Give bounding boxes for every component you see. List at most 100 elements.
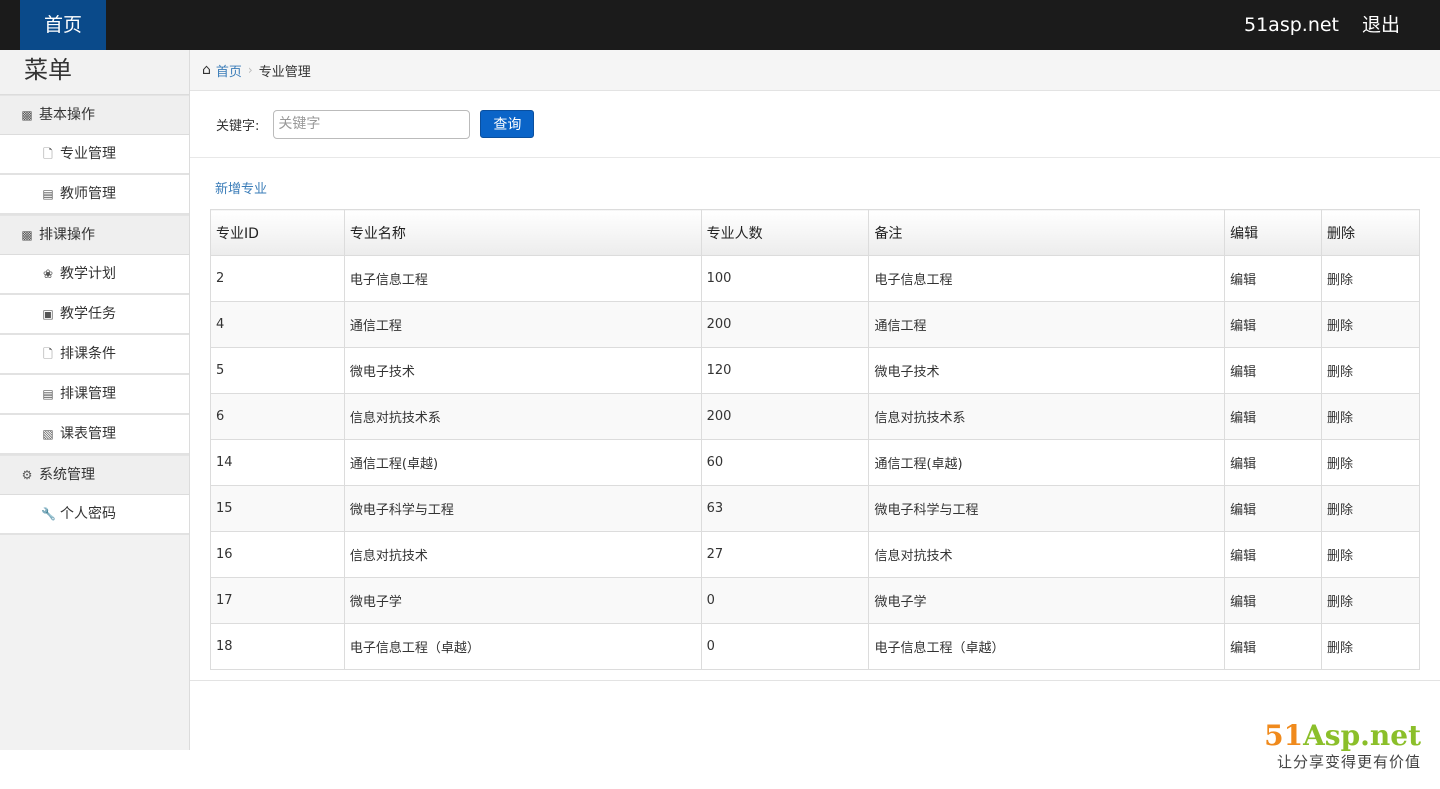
cell-id: 4: [210, 301, 345, 348]
cell-name: 微电子科学与工程: [343, 485, 702, 532]
cell-count: 0: [700, 577, 870, 624]
menu-group-basic[interactable]: ▩ 基本操作: [0, 95, 189, 135]
edit-link[interactable]: 编辑: [1224, 577, 1323, 624]
cell-name: 信息对抗技术: [343, 531, 702, 578]
file-icon: 🗋: [43, 347, 53, 361]
menu-group-system[interactable]: ⚙ 系统管理: [0, 455, 189, 495]
table-row: 6 信息对抗技术系 200 信息对抗技术系 编辑 删除: [210, 393, 1420, 440]
cell-note: 微电子科学与工程: [868, 485, 1226, 532]
books-icon: ▧: [42, 427, 54, 441]
col-header-edit: 编辑: [1224, 209, 1323, 256]
cell-name: 通信工程: [343, 301, 702, 348]
col-header-name: 专业名称: [343, 209, 702, 256]
table-row: 18 电子信息工程（卓越） 0 电子信息工程（卓越） 编辑 删除: [210, 623, 1420, 670]
cell-note: 微电子技术: [868, 347, 1226, 394]
site-watermark: 51Asp.net 让分享变得更有价值: [1264, 720, 1421, 772]
cell-id: 14: [210, 439, 345, 486]
delete-link[interactable]: 删除: [1321, 623, 1420, 670]
menu-title: 菜单: [0, 50, 189, 95]
edit-link[interactable]: 编辑: [1224, 255, 1323, 302]
cell-name: 信息对抗技术系: [343, 393, 702, 440]
site-name-link[interactable]: 51asp.net: [1244, 0, 1339, 50]
sidebar-item-label: 排课管理: [60, 386, 116, 402]
query-button[interactable]: 查询: [480, 110, 535, 138]
sidebar-item-password[interactable]: 🔧 个人密码: [0, 495, 189, 535]
table-row: 15 微电子科学与工程 63 微电子科学与工程 编辑 删除: [210, 485, 1420, 532]
breadcrumb: ⌂ 首页 › 专业管理: [190, 50, 1440, 91]
sidebar-item-task[interactable]: ▣ 教学任务: [0, 295, 189, 335]
breadcrumb-home-link[interactable]: 首页: [216, 61, 242, 80]
edit-link[interactable]: 编辑: [1224, 301, 1323, 348]
edit-link[interactable]: 编辑: [1224, 347, 1323, 394]
cell-name: 微电子学: [343, 577, 702, 624]
bold-b-icon: ▩: [21, 228, 33, 242]
sidebar-item-label: 课表管理: [60, 426, 116, 442]
major-table: 专业ID 专业名称 专业人数 备注 编辑 删除 2 电子信息工程 100 电子信息工程…: [210, 209, 1420, 670]
table-row: 17 微电子学 0 微电子学 编辑 删除: [210, 577, 1420, 624]
menu-group-label: 排课操作: [39, 227, 95, 243]
search-label: 关键字:: [216, 118, 260, 134]
cell-id: 15: [210, 485, 345, 532]
table-row: 4 通信工程 200 通信工程 编辑 删除: [210, 301, 1420, 348]
delete-link[interactable]: 删除: [1321, 485, 1420, 532]
list-icon: ▤: [42, 387, 54, 401]
bold-b-icon: ▩: [21, 108, 33, 122]
delete-link[interactable]: 删除: [1321, 531, 1420, 578]
cell-note: 电子信息工程（卓越）: [868, 623, 1226, 670]
cell-count: 100: [700, 255, 870, 302]
main-content: ⌂ 首页 › 专业管理 关键字: 查询 新增专业 专业ID 专业名称 专业人数 …: [190, 50, 1440, 681]
delete-link[interactable]: 删除: [1321, 577, 1420, 624]
delete-link[interactable]: 删除: [1321, 393, 1420, 440]
cell-id: 18: [210, 623, 345, 670]
sidebar-item-condition[interactable]: 🗋 排课条件: [0, 335, 189, 375]
sidebar-item-major[interactable]: 🗋 专业管理: [0, 135, 189, 175]
cell-name: 电子信息工程（卓越）: [343, 623, 702, 670]
cell-id: 16: [210, 531, 345, 578]
cell-count: 0: [700, 623, 870, 670]
cell-note: 电子信息工程: [868, 255, 1226, 302]
cell-note: 通信工程(卓越): [868, 439, 1226, 486]
delete-link[interactable]: 删除: [1321, 347, 1420, 394]
edit-link[interactable]: 编辑: [1224, 623, 1323, 670]
sidebar-item-teacher[interactable]: ▤ 教师管理: [0, 175, 189, 215]
cell-id: 2: [210, 255, 345, 302]
table-row: 2 电子信息工程 100 电子信息工程 编辑 删除: [210, 255, 1420, 302]
leaf-icon: ❀: [42, 267, 54, 281]
col-header-id: 专业ID: [210, 209, 345, 256]
nav-home-button[interactable]: 首页: [20, 0, 106, 50]
sidebar-item-label: 教师管理: [60, 186, 116, 202]
edit-link[interactable]: 编辑: [1224, 439, 1323, 486]
cell-id: 17: [210, 577, 345, 624]
add-major-link[interactable]: 新增专业: [215, 178, 267, 197]
breadcrumb-current: 专业管理: [258, 64, 311, 80]
table-header-row: 专业ID 专业名称 专业人数 备注 编辑 删除: [210, 209, 1420, 256]
watermark-logo: 51Asp.net: [1264, 719, 1421, 752]
keyword-input[interactable]: [273, 109, 471, 139]
delete-link[interactable]: 删除: [1321, 255, 1420, 302]
sidebar-item-label: 教学计划: [60, 266, 116, 282]
cell-name: 通信工程(卓越): [343, 439, 702, 486]
logout-button[interactable]: 退出: [1362, 0, 1400, 50]
picture-icon: ▣: [42, 307, 54, 321]
file-icon: 🗋: [43, 147, 53, 161]
sidebar-item-label: 个人密码: [60, 506, 116, 522]
edit-link[interactable]: 编辑: [1224, 485, 1323, 532]
cell-note: 通信工程: [868, 301, 1226, 348]
sidebar-item-arrange[interactable]: ▤ 排课管理: [0, 375, 189, 415]
edit-link[interactable]: 编辑: [1224, 393, 1323, 440]
edit-link[interactable]: 编辑: [1224, 531, 1323, 578]
menu-group-schedule[interactable]: ▩ 排课操作: [0, 215, 189, 255]
chevron-right-icon: ›: [247, 63, 253, 77]
search-bar: 关键字: 查询: [190, 91, 1440, 158]
col-header-note: 备注: [868, 209, 1226, 256]
delete-link[interactable]: 删除: [1321, 439, 1420, 486]
cell-id: 6: [210, 393, 345, 440]
delete-link[interactable]: 删除: [1321, 301, 1420, 348]
wrench-icon: 🔧: [41, 507, 56, 521]
watermark-tagline: 让分享变得更有价值: [1276, 753, 1421, 771]
sidebar-item-label: 专业管理: [60, 146, 116, 162]
sidebar-item-timetable[interactable]: ▧ 课表管理: [0, 415, 189, 455]
cell-note: 信息对抗技术: [868, 531, 1226, 578]
menu-group-label: 基本操作: [39, 107, 95, 123]
sidebar-item-plan[interactable]: ❀ 教学计划: [0, 255, 189, 295]
